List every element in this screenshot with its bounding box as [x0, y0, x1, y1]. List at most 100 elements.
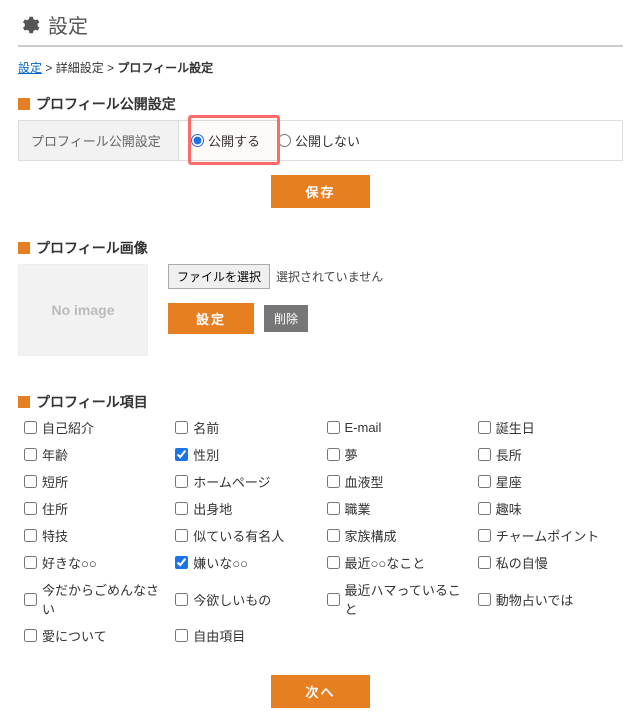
- radio-public[interactable]: [191, 134, 204, 147]
- field-checkbox[interactable]: [478, 421, 491, 434]
- field-checkbox-item[interactable]: 年齢: [24, 445, 169, 464]
- breadcrumb-sep: >: [42, 61, 56, 75]
- field-checkbox-label: 性別: [193, 445, 219, 464]
- field-checkbox[interactable]: [327, 475, 340, 488]
- field-checkbox-item[interactable]: 自己紹介: [24, 418, 169, 437]
- field-checkbox[interactable]: [478, 448, 491, 461]
- field-checkbox-item[interactable]: 短所: [24, 472, 169, 491]
- breadcrumb-sep: >: [104, 61, 118, 75]
- field-checkbox[interactable]: [327, 593, 340, 606]
- field-checkbox[interactable]: [327, 421, 340, 434]
- field-checkbox-item[interactable]: 嫌いな○○: [175, 553, 320, 572]
- field-checkbox-label: 自己紹介: [42, 418, 94, 437]
- field-checkbox-item[interactable]: 長所: [478, 445, 623, 464]
- field-checkbox[interactable]: [24, 529, 37, 542]
- breadcrumb-current: プロフィール設定: [117, 61, 213, 75]
- field-checkbox-item[interactable]: 職業: [327, 499, 472, 518]
- field-checkbox-item[interactable]: 家族構成: [327, 526, 472, 545]
- field-checkbox[interactable]: [175, 629, 188, 642]
- field-checkbox[interactable]: [24, 593, 37, 606]
- field-checkbox[interactable]: [175, 502, 188, 515]
- field-checkbox-item[interactable]: 私の自慢: [478, 553, 623, 572]
- field-checkbox[interactable]: [478, 502, 491, 515]
- field-checkbox[interactable]: [175, 475, 188, 488]
- field-checkbox-label: 年齢: [42, 445, 68, 464]
- section-heading-fields: プロフィール項目: [18, 392, 623, 412]
- radio-private-wrap[interactable]: 公開しない: [278, 131, 360, 150]
- section-heading-image: プロフィール画像: [18, 238, 623, 258]
- field-checkbox-label: 誕生日: [496, 418, 535, 437]
- field-checkbox[interactable]: [327, 448, 340, 461]
- field-checkbox-label: 最近ハマっていること: [345, 580, 472, 618]
- field-checkbox-item[interactable]: 最近○○なこと: [327, 553, 472, 572]
- field-checkbox[interactable]: [24, 502, 37, 515]
- visibility-row-label: プロフィール公開設定: [19, 121, 179, 160]
- field-checkbox[interactable]: [175, 556, 188, 569]
- field-checkbox[interactable]: [478, 593, 491, 606]
- visibility-row: プロフィール公開設定 公開する 公開しない: [18, 120, 623, 161]
- field-checkbox-item[interactable]: 誕生日: [478, 418, 623, 437]
- image-delete-button[interactable]: 削除: [264, 305, 308, 332]
- next-button[interactable]: 次へ: [271, 675, 369, 708]
- field-checkbox-item[interactable]: ホームページ: [175, 472, 320, 491]
- field-checkbox-label: 名前: [193, 418, 219, 437]
- field-checkbox[interactable]: [24, 556, 37, 569]
- field-checkbox[interactable]: [175, 593, 188, 606]
- breadcrumb-link-settings[interactable]: 設定: [18, 61, 42, 75]
- image-set-button[interactable]: 設定: [168, 303, 254, 334]
- save-button[interactable]: 保存: [271, 175, 369, 208]
- field-checkbox[interactable]: [175, 448, 188, 461]
- field-checkbox[interactable]: [24, 421, 37, 434]
- field-checkbox[interactable]: [327, 556, 340, 569]
- gear-icon: [18, 14, 40, 36]
- field-checkbox-label: 今だからごめんなさい: [42, 580, 169, 618]
- field-checkbox-item[interactable]: 性別: [175, 445, 320, 464]
- field-checkbox[interactable]: [24, 448, 37, 461]
- field-checkbox-item[interactable]: 最近ハマっていること: [327, 580, 472, 618]
- field-checkbox[interactable]: [175, 529, 188, 542]
- field-checkbox-item[interactable]: E-mail: [327, 418, 472, 437]
- field-checkbox-item[interactable]: 名前: [175, 418, 320, 437]
- field-checkbox-label: 私の自慢: [496, 553, 548, 572]
- radio-public-wrap[interactable]: 公開する: [191, 131, 260, 150]
- visibility-row-value: 公開する 公開しない: [179, 121, 622, 160]
- radio-private-label: 公開しない: [295, 131, 360, 150]
- field-checkbox-item[interactable]: チャームポイント: [478, 526, 623, 545]
- field-checkbox-label: 住所: [42, 499, 68, 518]
- radio-public-label: 公開する: [208, 131, 260, 150]
- field-checkbox-item[interactable]: 住所: [24, 499, 169, 518]
- field-checkbox-item[interactable]: 動物占いでは: [478, 580, 623, 618]
- field-checkbox-item[interactable]: 好きな○○: [24, 553, 169, 572]
- field-checkbox-item[interactable]: 今欲しいもの: [175, 580, 320, 618]
- radio-private[interactable]: [278, 134, 291, 147]
- field-checkbox-label: 似ている有名人: [193, 526, 284, 545]
- field-checkbox-item[interactable]: 星座: [478, 472, 623, 491]
- field-checkbox-item[interactable]: 夢: [327, 445, 472, 464]
- field-checkbox-item[interactable]: 出身地: [175, 499, 320, 518]
- field-checkbox-label: 愛について: [42, 626, 107, 645]
- field-checkbox-label: チャームポイント: [496, 526, 599, 545]
- field-checkbox[interactable]: [24, 475, 37, 488]
- field-checkbox-label: 自由項目: [193, 626, 245, 645]
- field-checkbox-grid: 自己紹介 名前 E-mail 誕生日年齢 性別 夢長所短所ホームページ血液型 星座住所 出身地…: [18, 418, 623, 645]
- field-checkbox-item[interactable]: 似ている有名人: [175, 526, 320, 545]
- field-checkbox-label: 動物占いでは: [496, 590, 574, 609]
- field-checkbox-item[interactable]: 血液型: [327, 472, 472, 491]
- field-checkbox-item[interactable]: 趣味: [478, 499, 623, 518]
- page-header: 設定: [18, 10, 623, 47]
- file-select-button[interactable]: ファイルを選択: [168, 264, 270, 289]
- field-checkbox[interactable]: [478, 556, 491, 569]
- field-checkbox-label: 星座: [496, 472, 522, 491]
- field-checkbox-item[interactable]: 特技: [24, 526, 169, 545]
- field-checkbox[interactable]: [327, 502, 340, 515]
- field-checkbox-label: 特技: [42, 526, 68, 545]
- field-checkbox[interactable]: [478, 475, 491, 488]
- field-checkbox[interactable]: [175, 421, 188, 434]
- field-checkbox-item[interactable]: 自由項目: [175, 626, 320, 645]
- field-checkbox[interactable]: [24, 629, 37, 642]
- field-checkbox-label: 家族構成: [345, 526, 397, 545]
- field-checkbox-item[interactable]: 今だからごめんなさい: [24, 580, 169, 618]
- field-checkbox-item[interactable]: 愛について: [24, 626, 169, 645]
- field-checkbox[interactable]: [327, 529, 340, 542]
- field-checkbox[interactable]: [478, 529, 491, 542]
